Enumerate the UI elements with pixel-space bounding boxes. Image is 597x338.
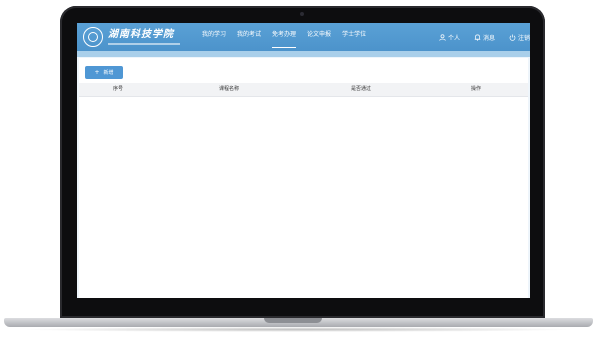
app-screen: 湖南科技学院 我的学习 我的考试 免考办理 论文申报 学士学位 个人 消息 注销… [77,23,530,298]
table-header: 序号 课程名称 是否通过 操作 [79,83,528,97]
profile-link[interactable]: 个人 [439,33,460,42]
top-navigation-bar: 湖南科技学院 我的学习 我的考试 免考办理 论文申报 学士学位 个人 消息 注销 [77,23,530,51]
laptop-frame: 湖南科技学院 我的学习 我的考试 免考办理 论文申报 学士学位 个人 消息 注销… [0,0,597,338]
school-logo[interactable]: 湖南科技学院 [83,27,180,47]
logout-label: 注销 [517,34,530,42]
messages-label: 消息 [482,34,495,42]
school-name: 湖南科技学院 [108,29,174,40]
add-button[interactable]: + 新增 [85,66,123,79]
nav-item-exemption[interactable]: 免考办理 [272,23,297,51]
content-panel: + 新增 序号 课程名称 是否通过 操作 [79,58,528,298]
power-icon [509,34,516,41]
school-title-block: 湖南科技学院 [108,29,180,45]
camera-dot [300,12,304,16]
column-header-course-name: 课程名称 [219,86,240,92]
nav-item-degree[interactable]: 学士学位 [342,23,366,51]
user-links: 个人 消息 注销 [425,23,530,51]
nav-item-my-exams[interactable]: 我的考试 [237,23,261,51]
column-header-passed: 是否通过 [351,86,372,92]
bell-icon [474,33,481,41]
column-header-index: 序号 [113,86,124,92]
profile-label: 个人 [447,34,460,42]
nav-item-my-study[interactable]: 我的学习 [202,23,226,51]
nav-item-thesis[interactable]: 论文申报 [307,23,331,51]
add-button-label: 新增 [103,70,114,76]
laptop-shadow [20,327,577,332]
column-header-actions: 操作 [471,86,482,92]
school-subtitle-line [108,43,180,45]
seal-inner-ring [88,32,98,42]
plus-icon: + [94,69,100,76]
messages-link[interactable]: 消息 [474,33,495,42]
user-icon [439,33,446,41]
school-seal-icon [83,27,103,47]
main-nav: 我的学习 我的考试 免考办理 论文申报 学士学位 [202,23,377,51]
logout-link[interactable]: 注销 [509,33,530,42]
laptop-base-notch [264,318,322,323]
sub-header-strip [77,51,530,57]
